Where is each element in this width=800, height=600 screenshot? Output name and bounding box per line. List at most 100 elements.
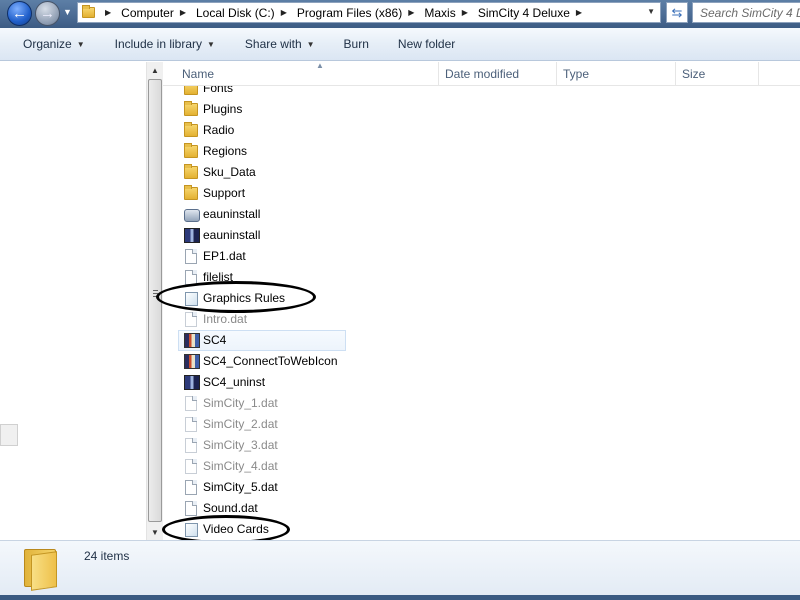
breadcrumb-simcity[interactable]: SimCity 4 Deluxe ▶ [474, 3, 588, 22]
new-folder-button[interactable]: New folder [384, 28, 470, 60]
folder-icon [183, 101, 200, 118]
folder-icon [82, 5, 98, 19]
file-icon [183, 501, 200, 517]
folder-icon [183, 143, 200, 160]
navigation-pane[interactable] [0, 62, 146, 540]
column-header-name[interactable]: Name ▲ [176, 62, 439, 86]
chevron-down-icon: ▼ [306, 39, 315, 49]
chevron-down-icon: ▼ [207, 39, 215, 49]
file-row[interactable]: Regions [163, 141, 800, 162]
file-row[interactable]: SimCity_2.dat [163, 414, 800, 435]
chevron-right-icon[interactable]: ▶ [459, 8, 474, 17]
exe-icon [183, 228, 200, 244]
setup-icon [183, 207, 200, 223]
file-icon [183, 249, 200, 265]
folder-icon [183, 122, 200, 139]
scroll-up-button[interactable]: ▲ [147, 62, 163, 78]
file-icon [183, 396, 200, 412]
file-icon [183, 438, 200, 454]
column-header-type[interactable]: Type [557, 62, 676, 86]
organize-button[interactable]: Organize ▼ [23, 28, 100, 60]
pane-splitter[interactable] [0, 424, 18, 446]
file-row[interactable]: SimCity_1.dat [163, 393, 800, 414]
file-name: SimCity_5.dat [203, 480, 278, 494]
file-name: EP1.dat [203, 249, 246, 263]
file-name: SC4_uninst [203, 375, 266, 389]
breadcrumb-computer[interactable]: Computer ▶ [117, 3, 192, 22]
back-arrow-icon: ← [12, 5, 27, 22]
file-row[interactable]: SimCity_5.dat [163, 477, 800, 498]
file-row[interactable]: eauninstall [163, 225, 800, 246]
breadcrumb-local-disk[interactable]: Local Disk (C:) ▶ [192, 3, 293, 22]
file-row[interactable]: Sku_Data [163, 162, 800, 183]
burn-button[interactable]: Burn [330, 28, 384, 60]
file-name: eauninstall [203, 207, 261, 221]
app-icon [183, 375, 200, 391]
file-name: SC4_ConnectToWebIcon [203, 354, 338, 368]
sort-ascending-icon: ▲ [316, 62, 324, 70]
forward-arrow-icon: → [40, 5, 55, 22]
app-icon [183, 333, 200, 349]
navigation-bar: ← → ▼ ▶ Computer ▶ Local Disk (C:) ▶ Progr… [0, 0, 800, 28]
column-header-bar: Name ▲ Date modified Type Size [163, 62, 800, 86]
file-row[interactable]: Sound.dat [163, 498, 800, 519]
file-name: SimCity_3.dat [203, 438, 278, 452]
refresh-icon: ⇆ [671, 4, 683, 20]
column-header-size[interactable]: Size [676, 62, 759, 86]
chevron-right-icon[interactable]: ▶ [177, 8, 192, 17]
file-icon [183, 480, 200, 496]
file-row[interactable]: SC4_uninst [163, 372, 800, 393]
file-icon [183, 417, 200, 433]
file-name: Intro.dat [203, 312, 248, 326]
chevron-right-icon[interactable]: ▶ [573, 8, 588, 17]
file-row[interactable]: SimCity_4.dat [163, 456, 800, 477]
file-name: SimCity_4.dat [203, 459, 278, 473]
address-bar[interactable]: ▶ Computer ▶ Local Disk (C:) ▶ Program Fil… [77, 2, 661, 23]
file-name: Regions [203, 144, 248, 158]
file-row[interactable]: EP1.dat [163, 246, 800, 267]
file-name: SimCity_1.dat [203, 396, 278, 410]
file-name: Sku_Data [203, 165, 256, 179]
chevron-right-icon[interactable]: ▶ [278, 8, 293, 17]
chevron-down-icon: ▼ [76, 39, 85, 49]
address-history-dropdown[interactable]: ▼ [647, 7, 655, 16]
file-row[interactable]: Support [163, 183, 800, 204]
file-name: Plugins [203, 102, 243, 116]
scroll-down-button[interactable]: ▼ [147, 524, 163, 540]
app-icon [183, 354, 200, 370]
file-row[interactable]: eauninstall [163, 204, 800, 225]
search-input[interactable]: Search SimCity 4 D [692, 2, 800, 23]
recent-pages-dropdown[interactable]: ▼ [63, 7, 72, 17]
file-row[interactable]: Radio [163, 120, 800, 141]
file-row[interactable]: SimCity_3.dat [163, 435, 800, 456]
file-row[interactable]: SC4 [163, 330, 800, 351]
file-name: Radio [203, 123, 235, 137]
file-name: SC4 [203, 333, 227, 347]
file-name: Sound.dat [203, 501, 258, 515]
breadcrumb-root-separator[interactable]: ▶ [102, 3, 117, 22]
include-in-library-button[interactable]: Include in library ▼ [100, 28, 230, 60]
chevron-right-icon[interactable]: ▶ [405, 8, 420, 17]
breadcrumb-program-files[interactable]: Program Files (x86) ▶ [293, 3, 421, 22]
file-row[interactable]: Plugins [163, 99, 800, 120]
folder-icon [183, 185, 200, 202]
annotation-circle-graphics-rules [156, 281, 316, 313]
column-header-date-modified[interactable]: Date modified [439, 62, 557, 86]
forward-button[interactable]: → [35, 1, 60, 26]
refresh-button[interactable]: ⇆ [666, 2, 688, 23]
item-count: 24 items [84, 549, 130, 563]
breadcrumb-maxis[interactable]: Maxis ▶ [420, 3, 474, 22]
file-name: Support [203, 186, 246, 200]
file-row[interactable]: SC4_ConnectToWebIcon [163, 351, 800, 372]
command-bar: Organize ▼ Include in library ▼ Share with… [0, 28, 800, 61]
file-name: eauninstall [203, 228, 261, 242]
file-icon [183, 312, 200, 328]
back-button[interactable]: ← [7, 1, 32, 26]
folder-icon [183, 164, 200, 181]
file-icon [183, 459, 200, 475]
share-with-button[interactable]: Share with ▼ [230, 28, 330, 60]
file-name: SimCity_2.dat [203, 417, 278, 431]
folder-icon [24, 545, 59, 591]
details-pane: 24 items [0, 540, 800, 595]
window-border [0, 595, 800, 600]
